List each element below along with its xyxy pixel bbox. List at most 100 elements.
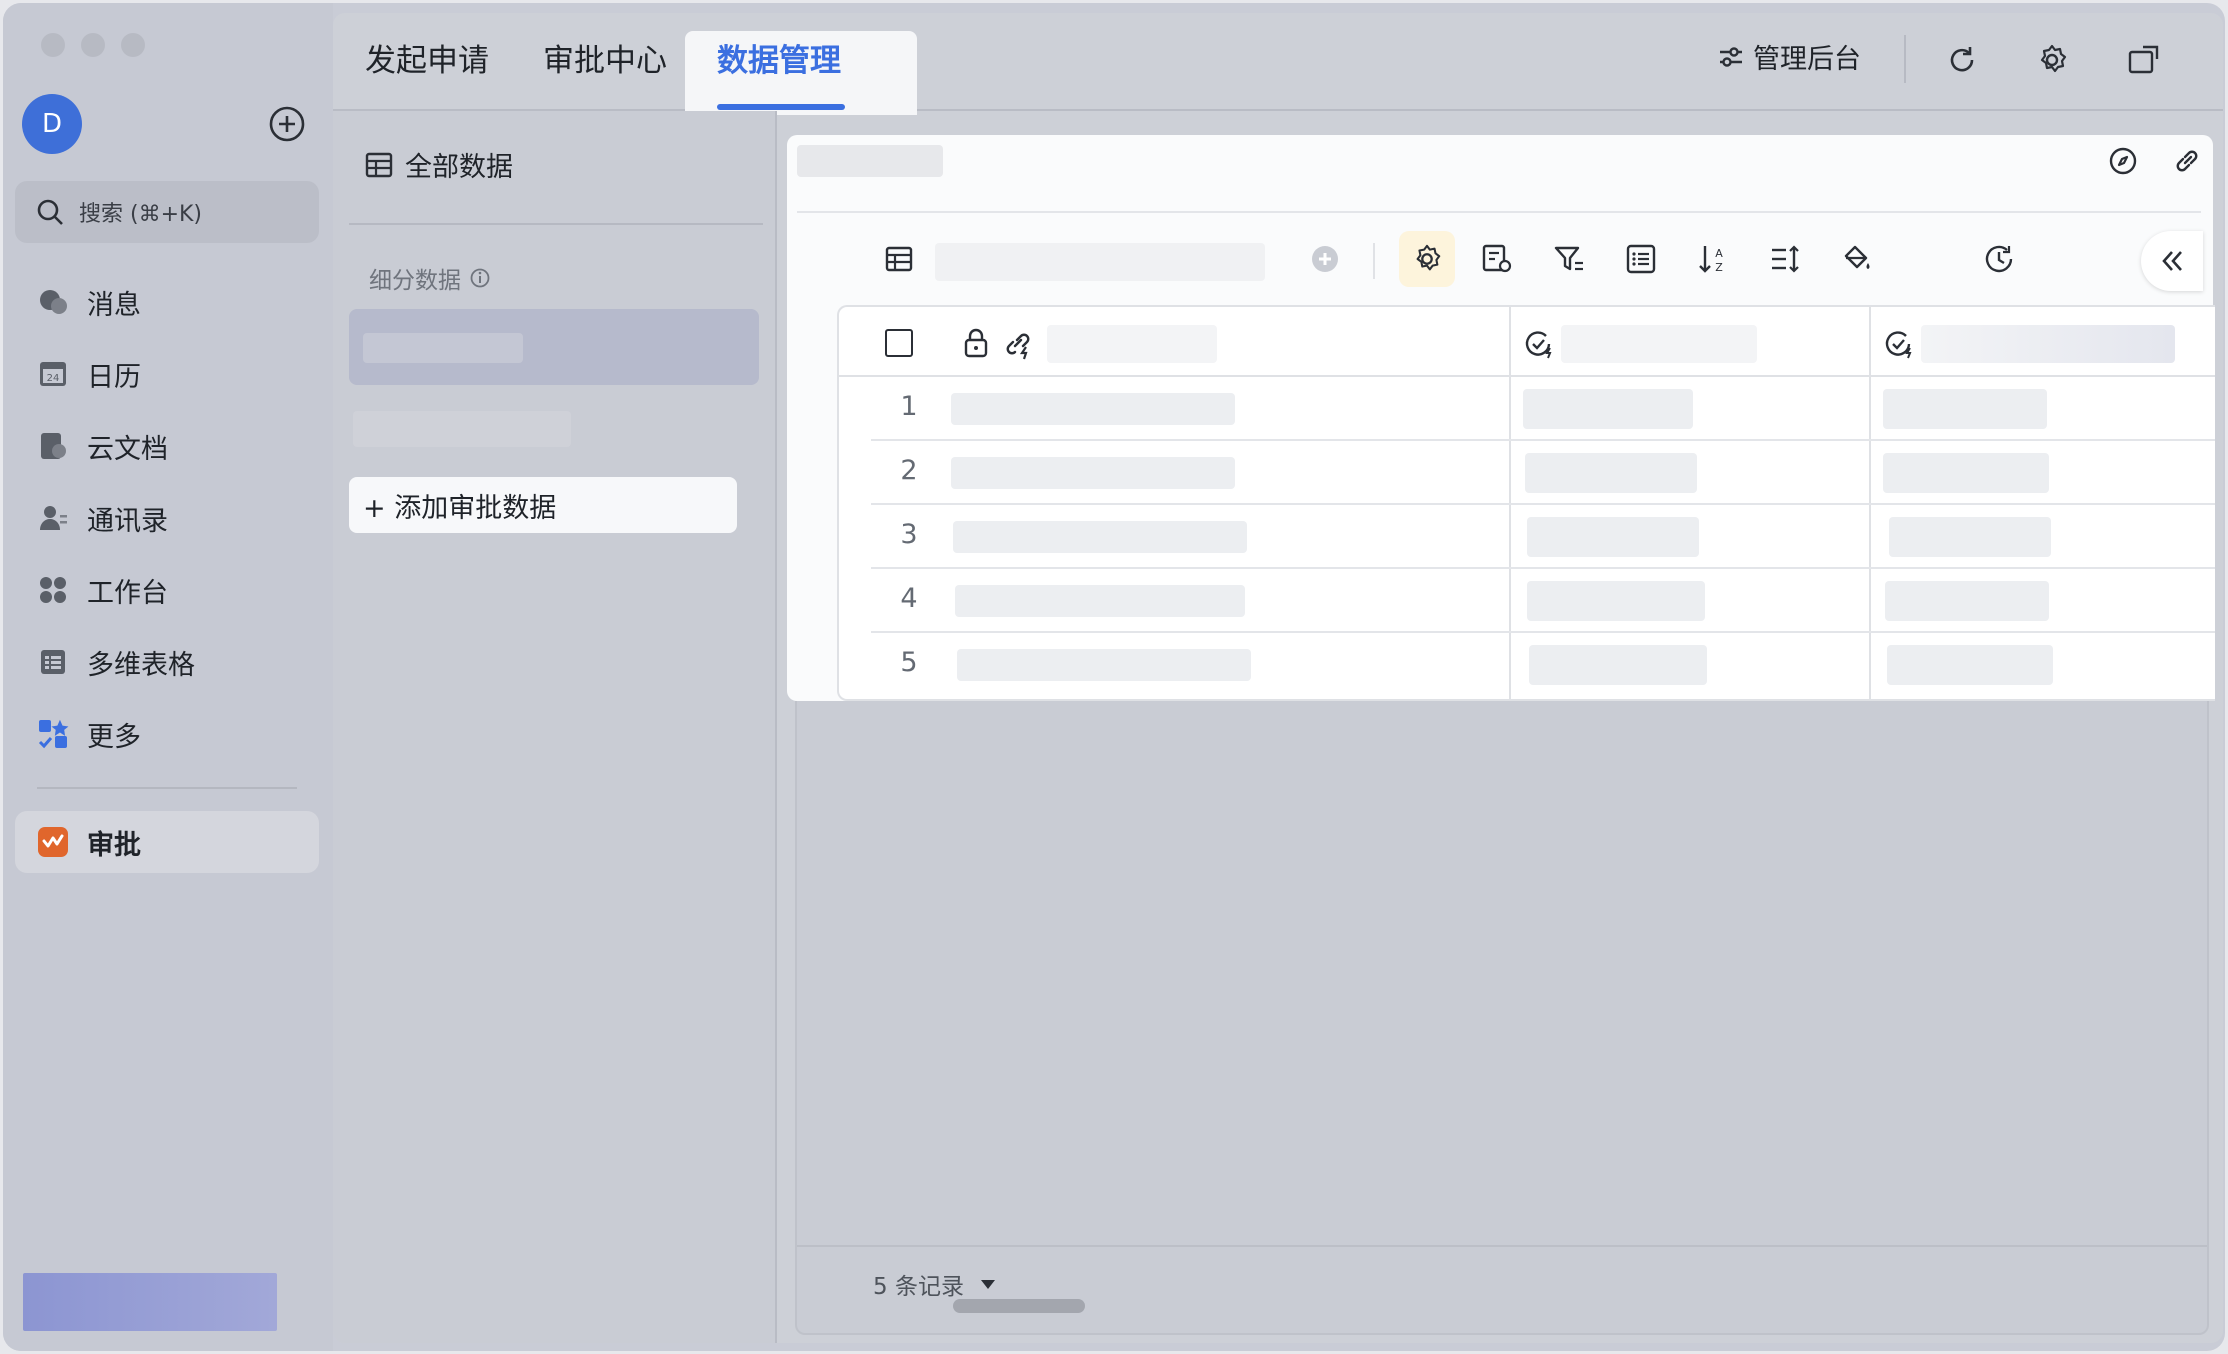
card-divider bbox=[797, 211, 2201, 213]
tab-approval-center[interactable]: 审批中心 bbox=[543, 35, 667, 80]
blurred-cell[interactable] bbox=[1889, 517, 2051, 557]
paint-bucket-icon[interactable] bbox=[1839, 241, 1875, 277]
main-area: 发起申请 审批中心 数据管理 管理后台 全部数据 细分数据 + 添加审批数据 A… bbox=[333, 13, 2223, 1343]
row-number: 2 bbox=[900, 455, 918, 486]
blurred-cell[interactable] bbox=[1529, 645, 1707, 685]
search-icon bbox=[37, 199, 63, 225]
section-label: 细分数据 bbox=[369, 261, 491, 295]
auto-link-icon bbox=[1006, 333, 1030, 360]
sidebar-item-workspace[interactable]: 工作台 bbox=[15, 559, 319, 621]
base-table-icon bbox=[37, 646, 69, 678]
search-input[interactable]: 搜索 (⌘+K) bbox=[15, 181, 319, 243]
tab-bar: 发起申请 审批中心 数据管理 管理后台 bbox=[333, 13, 2223, 115]
sidebar-item-calendar[interactable]: 24 日历 bbox=[15, 343, 319, 405]
tab-data-management[interactable]: 数据管理 bbox=[717, 35, 841, 80]
blurred-cell[interactable] bbox=[951, 457, 1235, 489]
window-zoom-button[interactable] bbox=[121, 33, 145, 57]
sidebar-item-base[interactable]: 多维表格 bbox=[15, 631, 319, 693]
add-view-icon[interactable] bbox=[1307, 241, 1343, 277]
sidebar-item-label: 更多 bbox=[87, 721, 141, 753]
cloud-doc-icon bbox=[37, 430, 69, 462]
info-icon[interactable] bbox=[469, 267, 491, 289]
collapse-panel-button[interactable] bbox=[2141, 231, 2203, 291]
header-divider bbox=[1904, 35, 1906, 83]
data-subpanel: 全部数据 细分数据 + 添加审批数据 bbox=[333, 111, 777, 1343]
add-approval-data-label: + 添加审批数据 bbox=[363, 492, 557, 524]
row-divider bbox=[871, 439, 2215, 441]
sidebar-item-label: 通讯录 bbox=[87, 505, 168, 537]
blurred-cell[interactable] bbox=[953, 521, 1247, 553]
filter-icon[interactable] bbox=[1551, 241, 1587, 277]
row-height-icon[interactable] bbox=[1767, 241, 1803, 277]
row-number: 4 bbox=[900, 583, 918, 614]
all-data-item[interactable]: 全部数据 bbox=[365, 145, 513, 184]
blurred-cell[interactable] bbox=[1885, 581, 2049, 621]
sidebar-item-messages[interactable]: 消息 bbox=[15, 271, 319, 333]
history-clock-icon[interactable] bbox=[1981, 241, 2017, 277]
blurred-column-header bbox=[1921, 325, 2175, 363]
gear-icon[interactable] bbox=[2035, 43, 2069, 77]
field-clock-icon bbox=[1885, 331, 1912, 359]
row-number: 1 bbox=[900, 391, 918, 422]
sidebar-item-label: 审批 bbox=[87, 829, 141, 861]
compass-icon[interactable] bbox=[2107, 145, 2139, 177]
sidebar-item-label: 消息 bbox=[87, 289, 141, 321]
search-placeholder: 搜索 (⌘+K) bbox=[79, 202, 203, 227]
svg-text:A: A bbox=[1715, 247, 1723, 260]
subpanel-divider bbox=[349, 223, 763, 225]
field-clock-icon bbox=[1525, 331, 1552, 359]
avatar[interactable]: D bbox=[22, 94, 82, 154]
add-approval-data-button[interactable]: + 添加审批数据 bbox=[349, 477, 737, 533]
sidebar-item-label: 多维表格 bbox=[87, 649, 195, 681]
blurred-view-name bbox=[935, 243, 1265, 281]
svg-text:24: 24 bbox=[47, 373, 60, 384]
grid-view-icon[interactable] bbox=[881, 241, 917, 277]
record-count[interactable]: 5 条记录 bbox=[873, 1267, 998, 1301]
blurred-cell[interactable] bbox=[1527, 581, 1705, 621]
window-minimize-button[interactable] bbox=[81, 33, 105, 57]
blurred-cell[interactable] bbox=[951, 393, 1235, 425]
sidebar-item-docs[interactable]: 云文档 bbox=[15, 415, 319, 477]
sidebar-item-more[interactable]: 更多 bbox=[15, 703, 319, 765]
blurred-table-title bbox=[797, 145, 943, 177]
sidebar-item-approval[interactable]: 审批 bbox=[15, 811, 319, 873]
table-icon bbox=[365, 152, 393, 177]
blurred-cell[interactable] bbox=[1887, 645, 2053, 685]
refresh-icon[interactable] bbox=[1945, 43, 1979, 77]
caret-down-icon bbox=[980, 1280, 995, 1289]
blurred-cell[interactable] bbox=[955, 585, 1245, 617]
tab-submit-request[interactable]: 发起申请 bbox=[365, 35, 489, 80]
sub-data-item[interactable] bbox=[353, 411, 571, 447]
sidebar-divider bbox=[37, 787, 297, 789]
group-list-icon[interactable] bbox=[1623, 241, 1659, 277]
horizontal-scrollbar[interactable] bbox=[953, 1299, 1085, 1313]
lock-icon bbox=[964, 328, 988, 358]
approval-app-icon bbox=[37, 826, 69, 858]
more-apps-icon bbox=[37, 718, 69, 750]
blurred-cell[interactable] bbox=[1527, 517, 1699, 557]
blurred-cell[interactable] bbox=[1523, 389, 1693, 429]
table-empty-area bbox=[795, 701, 2209, 1335]
sort-icon[interactable]: AZ bbox=[1695, 241, 1731, 277]
blurred-cell[interactable] bbox=[1883, 389, 2047, 429]
admin-console-button[interactable]: 管理后台 bbox=[1717, 37, 1861, 76]
blurred-cell[interactable] bbox=[1525, 453, 1697, 493]
select-all-checkbox[interactable] bbox=[885, 329, 913, 357]
window-close-button[interactable] bbox=[41, 33, 65, 57]
data-grid: 1 2 3 4 5 bbox=[837, 305, 2215, 701]
open-window-icon[interactable] bbox=[2127, 43, 2161, 77]
row-number: 3 bbox=[900, 519, 918, 550]
sidebar-item-contacts[interactable]: 通讯录 bbox=[15, 487, 319, 549]
blurred-cell[interactable] bbox=[957, 649, 1251, 681]
blurred-cell[interactable] bbox=[1883, 453, 2049, 493]
link-icon[interactable] bbox=[2171, 145, 2203, 177]
field-settings-icon[interactable] bbox=[1479, 241, 1515, 277]
settings-gear-icon[interactable] bbox=[1399, 231, 1455, 287]
row-divider bbox=[871, 631, 2215, 633]
add-circle-icon[interactable] bbox=[267, 104, 307, 144]
chat-bubbles-icon bbox=[37, 286, 69, 318]
sub-data-item-selected[interactable] bbox=[349, 309, 759, 385]
profile-banner bbox=[23, 1273, 277, 1331]
double-chevron-left-icon bbox=[2162, 251, 2182, 271]
blurred-column-header bbox=[1047, 325, 1217, 363]
